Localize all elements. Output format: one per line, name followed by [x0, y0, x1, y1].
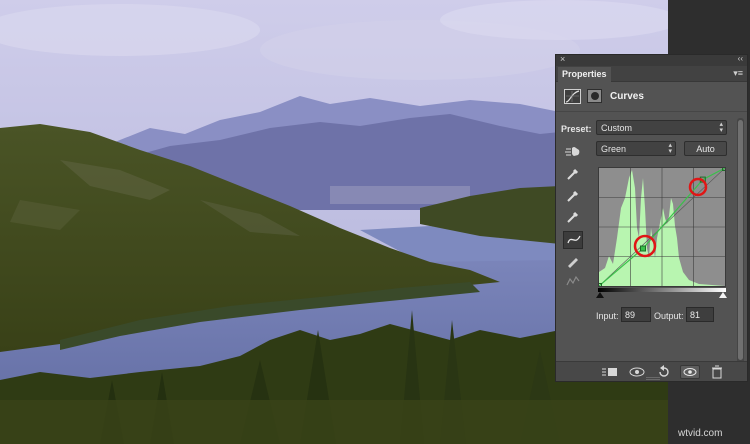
preset-label: Preset:	[561, 124, 592, 134]
curve-point-tool-icon[interactable]	[563, 231, 583, 249]
preset-dropdown[interactable]: Custom ▴ ▾	[596, 120, 727, 135]
curves-graph[interactable]	[596, 165, 728, 289]
panel-scrollbar[interactable]	[737, 118, 744, 364]
tab-properties[interactable]: Properties	[558, 67, 611, 82]
adjustment-title: Curves	[610, 91, 644, 102]
visibility-eye-icon[interactable]	[680, 365, 700, 379]
pencil-tool-icon[interactable]	[563, 252, 583, 270]
preset-value: Custom	[601, 123, 633, 133]
channel-dropdown[interactable]: Green ▴ ▾	[596, 141, 676, 156]
panel-tab-bar: Properties ▾≡	[556, 66, 747, 82]
channel-value: Green	[601, 144, 627, 154]
input-label: Input:	[596, 311, 619, 321]
curves-icon[interactable]	[564, 89, 581, 104]
view-previous-icon[interactable]	[628, 365, 646, 379]
trash-icon[interactable]	[710, 365, 724, 379]
highlight-circle-point-2	[688, 177, 708, 197]
dropdown-arrows-icon: ▴ ▾	[668, 142, 672, 155]
dropdown-arrows-icon: ▴ ▾	[719, 121, 723, 134]
output-label: Output:	[654, 311, 684, 321]
black-point-eyedropper-icon[interactable]	[563, 165, 583, 183]
collapse-icon[interactable]: ‹‹	[738, 54, 743, 63]
output-field[interactable]: 81	[686, 307, 714, 322]
adjustment-header: Curves	[556, 82, 747, 112]
panel-menu-icon[interactable]: ▾≡	[733, 68, 743, 79]
close-icon[interactable]: ×	[560, 54, 565, 64]
smooth-icon[interactable]	[563, 273, 583, 291]
layer-mask-icon[interactable]	[587, 89, 602, 103]
scrollbar-thumb[interactable]	[738, 120, 743, 360]
panel-footer	[556, 361, 747, 381]
panel-resize-grip[interactable]	[646, 377, 660, 380]
clip-to-layer-icon[interactable]	[600, 365, 618, 379]
properties-panel: × ‹‹ Properties ▾≡ Curves Preset: Custom…	[555, 54, 748, 382]
curve-control-point[interactable]	[640, 245, 646, 252]
black-point-slider[interactable]	[596, 292, 604, 298]
on-image-adjust-icon[interactable]	[564, 144, 581, 158]
watermark-logo: wtvid.com	[678, 428, 723, 439]
auto-button[interactable]: Auto	[684, 141, 727, 156]
gray-point-eyedropper-icon[interactable]	[563, 187, 583, 205]
white-point-eyedropper-icon[interactable]	[563, 208, 583, 226]
input-field[interactable]: 89	[621, 307, 651, 322]
white-point-slider[interactable]	[719, 292, 727, 298]
input-gradient-bar	[598, 288, 726, 292]
panel-title-bar[interactable]: × ‹‹	[556, 54, 747, 66]
curves-graph-canvas[interactable]	[596, 165, 728, 289]
